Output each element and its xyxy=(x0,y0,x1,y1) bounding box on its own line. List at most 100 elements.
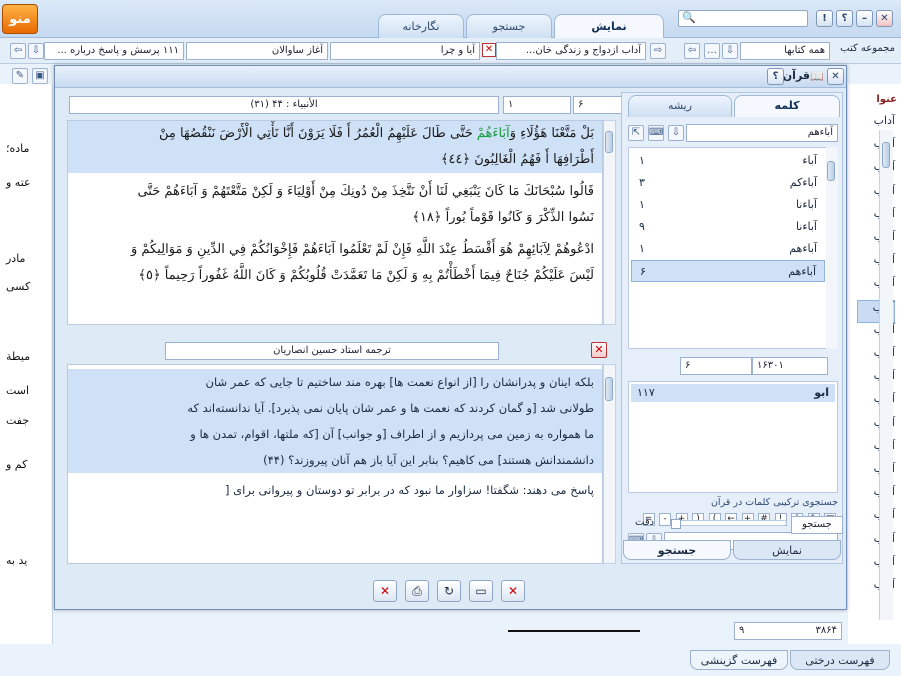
word-count: ۱ xyxy=(639,154,645,167)
tab-word[interactable]: کلمه xyxy=(734,95,840,117)
top-toolbar: منو نگارخانه جستجو نمایش 🔍 ! ؟ – ✕ xyxy=(0,0,901,39)
close-book-icon[interactable]: ✕ xyxy=(482,43,496,57)
quran-text: لَيْسَ عَلَيْكُمْ جُنَاحٌ فِيمَا أَخْطَأ… xyxy=(138,268,594,283)
word-list-item[interactable]: آباءهم ۱ xyxy=(631,238,825,260)
scroll-down-icon[interactable]: ⇩ xyxy=(28,43,44,59)
window-icon[interactable]: ▣ xyxy=(32,68,48,84)
translation-line: ما همواره به زمین می پردازیم و از اطراف … xyxy=(68,421,602,447)
tools-icon[interactable]: ✎ xyxy=(12,68,28,84)
bg-text-6: است xyxy=(6,384,30,397)
root-count: ۱۱۷ xyxy=(637,386,655,399)
word-text: آباءکم xyxy=(789,176,817,189)
minimize-button[interactable]: – xyxy=(856,10,873,27)
nav-field-a[interactable]: ۶ xyxy=(680,357,752,375)
translation-scrollbar[interactable] xyxy=(603,364,616,564)
dropdown-arrow-icon[interactable]: ⇩ xyxy=(722,43,738,59)
page-button[interactable]: ▭ xyxy=(469,580,493,602)
word-scroll-thumb[interactable] xyxy=(827,161,835,181)
open-book-field-4[interactable]: ۱۱۱ پرسش و پاسخ درباره ... xyxy=(44,42,184,60)
back-arrow-icon[interactable]: ⇦ xyxy=(684,43,700,59)
close-app-button[interactable]: ✕ xyxy=(876,10,893,27)
dropdown-arrow-icon[interactable]: ⇩ xyxy=(668,125,684,141)
tab-panel-display[interactable]: نمایش xyxy=(733,540,841,560)
root-row[interactable]: ابو ۱۱۷ xyxy=(631,384,835,402)
tab-writing[interactable]: نگارخانه xyxy=(378,14,464,38)
quran-scrollbar[interactable] xyxy=(603,120,616,325)
collection-label: مجموعه کتب xyxy=(840,43,895,54)
clear-button[interactable]: ✕ xyxy=(501,580,525,602)
quran-highlight-word[interactable]: آبَاءَهُمْ xyxy=(477,126,510,141)
word-list-scrollbar[interactable] xyxy=(826,147,838,349)
translator-field[interactable]: ترجمه استاد حسین انصاریان xyxy=(165,342,499,360)
tab-root[interactable]: ریشه xyxy=(628,95,732,117)
aya-from-field[interactable]: ۱ xyxy=(503,96,571,114)
nav-field-b[interactable]: ۱۶۳۰۱ xyxy=(752,357,828,375)
word-text: آباءنا xyxy=(795,198,817,211)
open-book-field-1[interactable]: آداب ازدواج و زندگی خان... xyxy=(496,42,646,60)
bg-counter: ۹ ۳۸۶۴ xyxy=(734,622,842,640)
insert-arrow-icon[interactable]: ⇱ xyxy=(628,125,644,141)
tab-search[interactable]: جستجو xyxy=(466,14,552,38)
search-icon: 🔍 xyxy=(682,11,696,24)
scroll-thumb[interactable] xyxy=(882,142,890,168)
forward-arrow-icon[interactable]: ⇨ xyxy=(650,43,666,59)
help-button[interactable]: ؟ xyxy=(836,10,853,27)
translation-line: پاسخ می دهند: شگفتا! سزاوار ما نبود که د… xyxy=(225,483,594,497)
word-text: آباءهم xyxy=(789,242,817,255)
word-count: ۹ xyxy=(639,220,645,233)
close-translation-button[interactable]: ✕ xyxy=(591,342,607,358)
title-list-scrollbar[interactable] xyxy=(879,130,893,620)
open-book-field-2[interactable]: آیا و چرا xyxy=(330,42,480,60)
scroll-left-icon[interactable]: ⇦ xyxy=(10,43,26,59)
operator-button[interactable]: - xyxy=(659,513,671,526)
dialog-title: قرآن xyxy=(782,69,810,82)
more-icon[interactable]: … xyxy=(704,43,720,59)
print-button[interactable]: ⎙ xyxy=(405,580,429,602)
refresh-button[interactable]: ↻ xyxy=(437,580,461,602)
precision-slider[interactable] xyxy=(679,520,787,526)
cancel-button[interactable]: ✕ xyxy=(373,580,397,602)
word-list-item[interactable]: آباءنا ۹ xyxy=(631,216,825,238)
root-list: ابو ۱۱۷ xyxy=(628,381,838,493)
collection-select[interactable]: همه کتابها xyxy=(740,42,830,60)
bg-text-5: میطة xyxy=(6,350,31,363)
books-toolbar: مجموعه کتب همه کتابها ⇩ … ⇦ ⇨ آداب ازدوا… xyxy=(0,38,901,64)
tab-display[interactable]: نمایش xyxy=(554,14,664,39)
word-search-input[interactable]: آباءهم xyxy=(686,124,838,142)
global-search-input[interactable]: 🔍 xyxy=(678,10,808,27)
quran-text-pane: بَلْ مَتَّعْنَا هَؤُلَاءِ وَآبَاءَهُمْ ح… xyxy=(67,120,603,325)
title-list-panel: عنوا آدابآدابآدابآدابآدابآدابآدابآدابآدا… xyxy=(848,84,901,644)
translation-scroll-thumb[interactable] xyxy=(605,377,613,401)
open-book-field-3[interactable]: آغاز ساوالان xyxy=(186,42,328,60)
word-text: آباءنا xyxy=(795,220,817,233)
tab-selective-list[interactable]: فهرست گزینشی xyxy=(690,650,788,670)
info-button[interactable]: ! xyxy=(816,10,833,27)
bg-count-b: ۳۸۶۴ xyxy=(815,625,837,636)
dialog-close-button[interactable]: ✕ xyxy=(827,68,844,85)
quran-line: أَطْرَافِهَا أَ فَهُمُ الْغَالِبُونَ ﴿٤٤… xyxy=(68,147,602,173)
bg-text-8: کم و xyxy=(6,458,28,471)
word-list-item[interactable]: آباء ۱ xyxy=(631,150,825,172)
quran-dialog: قرآن ؟ ✕ 📖 (۳۱) الأنبياء : ۴۴ ۱ ۶ بَلْ م… xyxy=(54,65,847,610)
word-list-item[interactable]: آباءنا ۱ xyxy=(631,194,825,216)
book-text-area: ماده؛ عته و مادر کسی میطة است جفت کم و ی… xyxy=(0,84,53,644)
quran-line: ادْعُوهُمْ لِآبَائِهِمْ هُوَ أَقْسَطُ عِ… xyxy=(68,237,602,263)
word-list: آباء ۱ آباءکم ۳ آباءنا ۱ آباءنا ۹ آباءهم ۱ آباءهم ۶ xyxy=(628,147,828,349)
tab-tree-list[interactable]: فهرست درختی xyxy=(790,650,890,670)
word-count: ۳ xyxy=(639,176,645,189)
quran-text: نَسُوا الذِّكْرَ وَ كَانُوا قَوْماً بُور… xyxy=(412,210,594,225)
word-list-item[interactable]: آباءکم ۳ xyxy=(631,172,825,194)
keyboard-icon[interactable]: ⌨ xyxy=(648,125,664,141)
tab-panel-search[interactable]: جستجو xyxy=(623,540,731,560)
dialog-help-button[interactable]: ؟ xyxy=(767,68,784,85)
quran-scroll-thumb[interactable] xyxy=(605,131,613,153)
menu-logo-button[interactable]: منو xyxy=(2,4,38,34)
exact-label: دقت xyxy=(635,517,655,528)
exact-checkbox[interactable] xyxy=(671,519,681,529)
word-count: ۱ xyxy=(639,242,645,255)
word-list-item[interactable]: آباءهم ۶ xyxy=(631,260,825,282)
root-word: ابو xyxy=(814,386,829,399)
search-button[interactable]: جستجو xyxy=(791,516,843,534)
surah-ref-field[interactable]: (۳۱) الأنبياء : ۴۴ xyxy=(69,96,499,114)
divider-line xyxy=(508,630,640,632)
